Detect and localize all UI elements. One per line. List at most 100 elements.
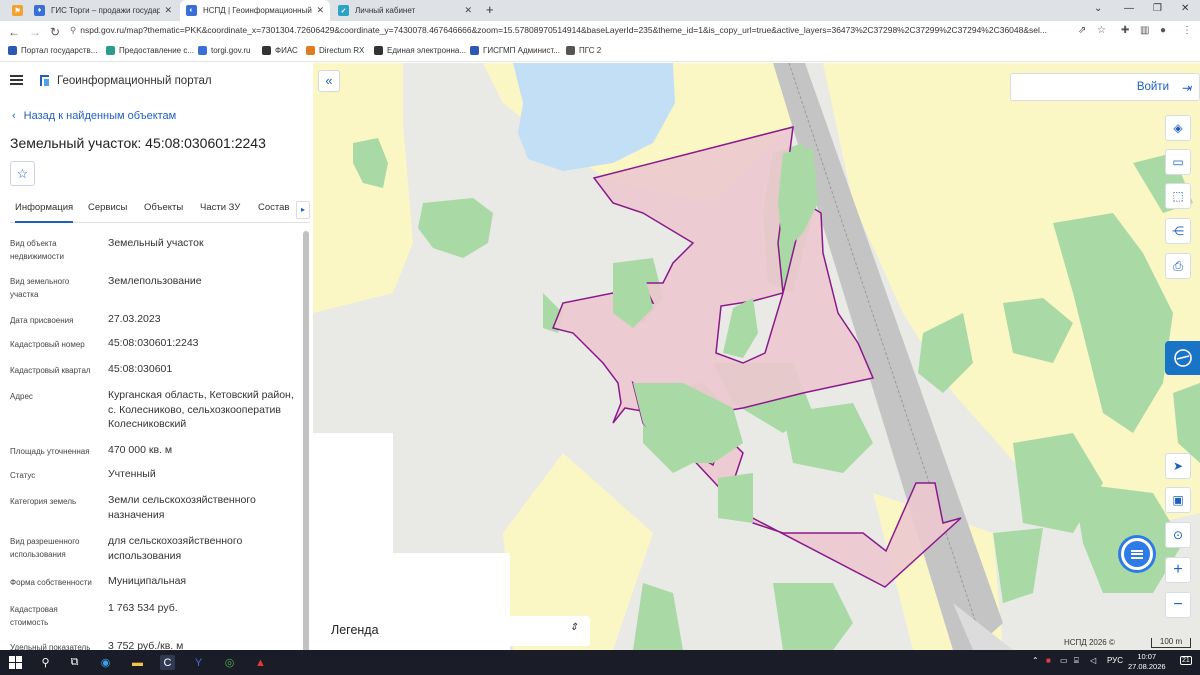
property-label: Статус — [10, 471, 36, 480]
map-canvas[interactable] — [313, 63, 1200, 650]
notifications-badge[interactable]: 21 — [1180, 656, 1192, 665]
maximize-icon[interactable]: ❐ — [1153, 3, 1162, 14]
windows-start-icon[interactable] — [8, 655, 23, 670]
edge-browser-icon[interactable]: ◉ — [98, 655, 113, 670]
pdf-reader-icon[interactable]: ▲ — [253, 655, 268, 670]
menu-dots-icon[interactable]: ⋮ — [1182, 25, 1192, 36]
back-to-results-link[interactable]: ‹ Назад к найденным объектам — [12, 110, 176, 122]
close-tab-icon[interactable]: ✕ — [464, 5, 472, 16]
close-window-icon[interactable]: ✕ — [1181, 3, 1189, 14]
yandex-browser-icon[interactable]: Y — [191, 655, 206, 670]
plus-icon: + — [1173, 561, 1183, 578]
zoom-in-button[interactable]: + — [1165, 557, 1191, 583]
share-icon[interactable]: ⇗ — [1078, 25, 1086, 36]
print-button[interactable]: ⎙ — [1165, 253, 1191, 279]
tabs-scroll-right-icon[interactable]: ▸ — [296, 201, 310, 219]
bookmark-label: torgi.gov.ru — [211, 46, 251, 55]
bookmark-item[interactable]: ПГС 2 — [566, 46, 601, 55]
search-icon[interactable]: ⚲ — [38, 655, 53, 670]
keyboard-language[interactable]: РУС — [1107, 656, 1123, 665]
close-tab-icon[interactable]: ✕ — [316, 5, 324, 16]
portal-logo-icon — [40, 75, 49, 86]
print-icon: ⎙ — [1173, 258, 1183, 273]
property-value: 1 763 534 руб. — [108, 602, 178, 614]
tab-search-chevron-icon[interactable]: ⌄ — [1094, 3, 1102, 14]
zoom-out-button[interactable]: − — [1165, 592, 1191, 618]
browser-tab-nspd[interactable]: ◐ НСПД | Геоинформационный г ✕ — [180, 0, 330, 21]
browser-tab-torgi[interactable]: ♦ ГИС Торги – продажи государс ✕ — [28, 0, 178, 21]
sidepanel-icon[interactable]: ▥ — [1140, 25, 1149, 36]
forest-area — [633, 583, 683, 650]
site-info-icon[interactable]: ⚲ — [70, 25, 76, 35]
property-label: Удельный показатель — [10, 643, 91, 650]
file-explorer-icon[interactable]: ▬ — [130, 655, 145, 670]
tab-composition[interactable]: Состав — [258, 201, 289, 223]
forest-area — [783, 403, 873, 473]
login-button[interactable]: Войти ⇥ — [1010, 73, 1200, 101]
tray-battery-icon[interactable]: ▭ — [1060, 656, 1068, 665]
chat-button[interactable] — [1121, 538, 1153, 570]
forest-area — [773, 583, 853, 650]
select-area-button[interactable]: ⬚ — [1165, 183, 1191, 209]
login-label: Войти — [1136, 81, 1169, 93]
bookmark-star-icon[interactable]: ☆ — [1097, 25, 1106, 36]
share-map-button[interactable]: ⋲ — [1165, 218, 1191, 244]
ruler-icon: ▭ — [1172, 155, 1184, 169]
tray-chevron-icon[interactable]: ⌃ — [1032, 656, 1039, 665]
forward-arrow-icon[interactable]: → — [29, 25, 41, 39]
bookmark-favicon-icon — [8, 46, 17, 55]
property-value: 27.03.2023 — [108, 313, 161, 325]
tray-app-icon[interactable]: ■ — [1046, 656, 1051, 665]
map-view[interactable]: « Войти ⇥ ◈ ▭ ⬚ ⋲ ⎙ ➤ ▣ ⊙ + − Легенда ⇕ … — [313, 63, 1200, 650]
app-icon-c[interactable]: C — [160, 655, 175, 670]
legend-toggle[interactable]: Легенда ⇕ — [320, 616, 590, 646]
bookmark-item[interactable]: torgi.gov.ru — [198, 46, 250, 55]
ruler-button[interactable]: ▭ — [1165, 149, 1191, 175]
profile-icon[interactable]: ● — [1160, 25, 1166, 36]
system-clock[interactable]: 10:07 27.08.2026 — [1128, 652, 1166, 672]
tab-services[interactable]: Сервисы — [88, 201, 127, 223]
tab-parts[interactable]: Части ЗУ — [200, 201, 240, 223]
search-location-button[interactable]: ⊙ — [1165, 522, 1191, 548]
bookmark-label: Предоставление с... — [119, 46, 195, 55]
bookmark-item[interactable]: Единая электронна... — [374, 46, 466, 55]
panel-scrollbar[interactable] — [303, 231, 309, 650]
hamburger-menu-icon[interactable] — [10, 75, 23, 85]
chrome-icon[interactable]: ◎ — [222, 655, 237, 670]
field-area — [313, 63, 413, 313]
tray-volume-icon[interactable]: ◁ — [1090, 656, 1096, 665]
property-value: Муниципальная — [108, 575, 187, 587]
tab-objects[interactable]: Объекты — [144, 201, 183, 223]
property-label: Адрес — [10, 392, 33, 401]
bookmark-item[interactable]: Портал государств... — [8, 46, 97, 55]
favorite-star-button[interactable]: ☆ — [10, 161, 35, 186]
back-arrow-icon[interactable]: ← — [8, 25, 20, 39]
browser-profile-tab[interactable]: ⚑ — [6, 0, 28, 21]
chat-lines-icon — [1131, 548, 1143, 560]
browser-tab-cabinet[interactable]: ✓ Личный кабинет ✕ — [332, 0, 478, 21]
geolocate-button[interactable]: ➤ — [1165, 453, 1191, 479]
info-panel: Геоинформационный портал ‹ Назад к найден… — [0, 63, 313, 650]
feedback-side-button[interactable] — [1165, 341, 1200, 375]
url-field[interactable]: ⚲ nspd.gov.ru/map?thematic=PKK&coordinate… — [70, 25, 1092, 36]
basemap-button[interactable]: ▣ — [1165, 487, 1191, 513]
collapse-panel-button[interactable]: « — [318, 70, 340, 92]
bookmark-item[interactable]: Предоставление с... — [106, 46, 194, 55]
bookmark-item[interactable]: ФИАС — [262, 46, 298, 55]
extensions-icon[interactable]: ✚ — [1121, 25, 1129, 36]
tab-title: Личный кабинет — [355, 6, 416, 15]
new-tab-plus-icon[interactable]: + — [486, 2, 494, 17]
layers-button[interactable]: ◈ — [1165, 115, 1191, 141]
bookmark-item[interactable]: ГИСГМП Админист... — [470, 46, 560, 55]
close-tab-icon[interactable]: ✕ — [164, 5, 172, 16]
bookmark-label: ФИАС — [275, 46, 298, 55]
tab-info[interactable]: Информация — [15, 201, 74, 223]
bookmark-item[interactable]: Directum RX — [306, 46, 364, 55]
chevron-left-icon: ‹ — [12, 110, 16, 122]
reload-icon[interactable]: ↻ — [50, 25, 60, 39]
property-value: Учтенный — [108, 468, 156, 480]
task-view-icon[interactable]: ⧉ — [67, 655, 82, 670]
minimize-icon[interactable]: — — [1124, 3, 1134, 14]
bookmark-label: Directum RX — [319, 46, 365, 55]
tray-network-icon[interactable]: ⌸ — [1074, 656, 1079, 666]
